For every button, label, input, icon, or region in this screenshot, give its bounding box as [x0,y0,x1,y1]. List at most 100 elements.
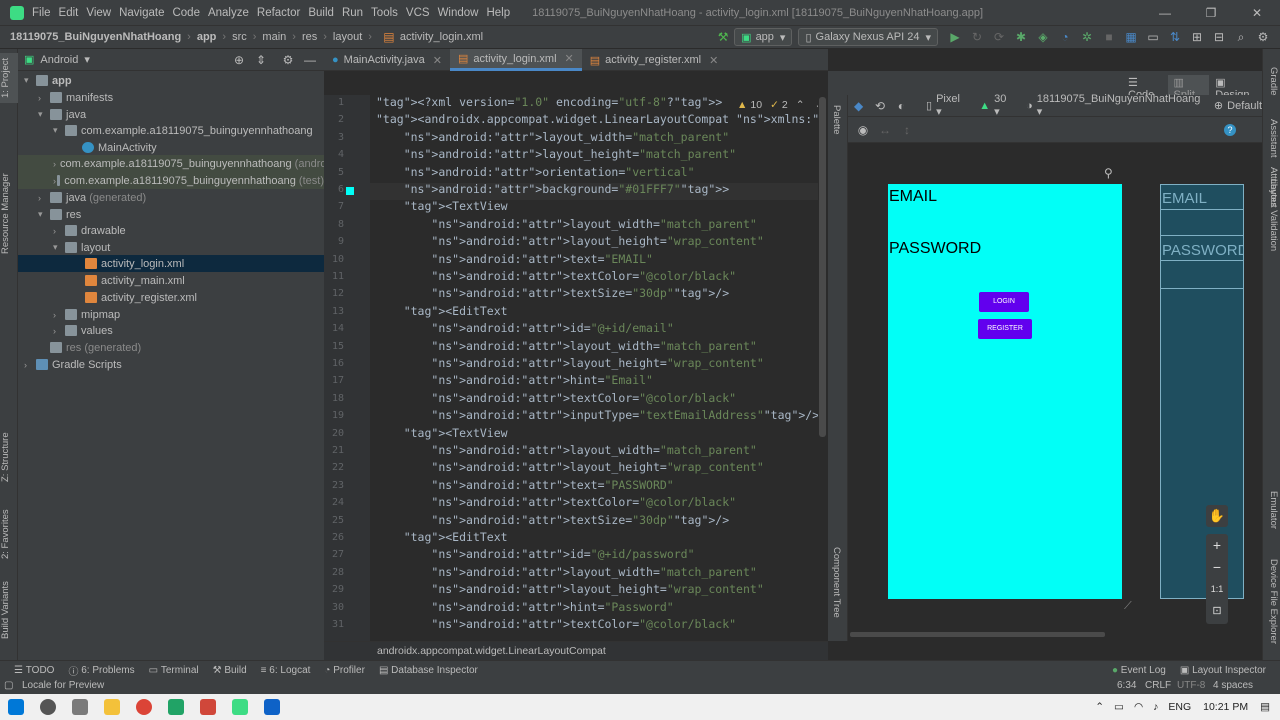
code-line[interactable]: "ns">android:"attr">textSize="30dp""tag"… [376,513,729,527]
theme-dropdown[interactable]: 18119075_BuiNguyenNhatHoang ▾ [1037,93,1202,118]
breadcrumb-res[interactable]: res [302,31,317,43]
tool-device-file-explorer[interactable]: Device File Explorer [1265,559,1279,644]
android-studio-icon[interactable] [232,699,248,715]
sdk-manager-icon[interactable]: ▭ [1145,29,1161,45]
orientation-icon[interactable]: ⟲ [872,98,887,114]
camtasia-icon[interactable] [168,699,184,715]
network-icon[interactable]: ◠ [1134,701,1143,713]
tray-chevron-icon[interactable]: ⌃ [1095,701,1104,713]
register-button[interactable]: REGISTER [978,319,1032,339]
menu-file[interactable]: File [32,7,51,19]
code-line[interactable]: "ns">android:"attr">layout_width="match_… [376,130,729,144]
chevron-up-icon[interactable]: ⌃ [796,99,805,111]
search-icon[interactable] [40,699,56,715]
menu-tools[interactable]: Tools [371,7,398,19]
tab-activity-login[interactable]: ▤ activity_login.xml ✕ [449,49,582,71]
gear-icon[interactable]: ⚙ [280,52,296,68]
menu-help[interactable]: Help [486,7,510,19]
collapse-all-icon[interactable]: ⇕ [253,52,269,68]
code-line[interactable]: "ns">android:"attr">layout_height="match… [376,147,736,161]
locale-dropdown[interactable]: Default [1227,100,1262,112]
zoom-out-icon[interactable]: − [1206,556,1228,578]
run-config-select[interactable]: ▣ app ▾ [734,28,793,46]
code-line[interactable]: "ns">android:"attr">hint="Password" [376,600,673,614]
breadcrumb-file[interactable]: activity_login.xml [400,31,483,43]
zoom-fit-icon[interactable]: ⊡ [1206,600,1228,622]
menu-edit[interactable]: Edit [59,7,79,19]
code-line[interactable]: "tag"><TextView [376,426,508,440]
code-line[interactable]: "ns">android:"attr">layout_height="wrap_… [376,356,763,370]
caret-position[interactable]: 6:34 [1117,680,1136,691]
tool-layout-validation[interactable]: Layout Validation [1265,179,1279,251]
menu-refactor[interactable]: Refactor [257,7,300,19]
code-line[interactable]: "tag"><TextView [376,199,508,213]
tool-layout-inspector[interactable]: ▣ Layout Inspector [1180,665,1266,676]
tree-package-test[interactable]: › com.example.a18119075_buinguyennhathoan… [18,172,324,189]
code-line[interactable]: "ns">android:"attr">layout_width="match_… [376,565,756,579]
battery-icon[interactable]: ▭ [1114,701,1124,713]
code-line[interactable]: "ns">android:"attr">orientation="vertica… [376,165,695,179]
code-line[interactable]: "ns">android:"attr">layout_height="wrap_… [376,234,763,248]
tree-activity-login[interactable]: activity_login.xml [18,255,324,272]
tree-package-main[interactable]: ▾ com.example.a18119075_buinguyennhathoan… [53,122,313,139]
clock[interactable]: 10:21 PM [1203,701,1248,713]
breadcrumb-main[interactable]: main [262,31,286,43]
layers-icon[interactable]: ◆ [851,98,866,114]
tree-mipmap[interactable]: › mipmap [53,306,120,323]
menu-navigate[interactable]: Navigate [119,7,164,19]
tool-todo[interactable]: ☰ TODO [14,665,54,676]
close-icon[interactable]: ✕ [1234,6,1280,20]
tree-layout[interactable]: ▾ layout [53,239,110,256]
hammer-icon[interactable]: ⚒ [715,29,731,45]
blueprint-preview[interactable]: EMAIL PASSWORD [1160,184,1244,599]
tool-terminal[interactable]: ▭ Terminal [149,665,199,676]
tree-values[interactable]: › values [53,322,113,339]
tree-package-androidtest[interactable]: › com.example.a18119075_buinguyennhathoan… [18,155,359,172]
help-icon[interactable]: ? [1224,124,1236,136]
code-line[interactable]: "ns">android:"attr">layout_height="wrap_… [376,582,763,596]
stop-icon[interactable]: ■ [1101,29,1117,45]
phone-preview[interactable]: EMAIL PASSWORD LOGIN REGISTER [888,184,1122,599]
device-select[interactable]: ▯ Galaxy Nexus API 24 ▾ [798,28,938,46]
code-line[interactable]: "tag"><EditText [376,304,508,318]
attach-debugger-icon[interactable]: ✲ [1079,29,1095,45]
tree-java[interactable]: ▾ java [38,106,86,123]
color-swatch-icon[interactable] [346,187,354,195]
tool-gradle[interactable]: Gradle [1265,67,1279,96]
palette-tab[interactable]: Palette [831,105,842,135]
project-view-select[interactable]: Android [40,54,78,66]
scrollbar-thumb[interactable] [819,97,826,437]
code-line[interactable]: "ns">android:"attr">inputType="textEmail… [376,408,819,422]
tab-activity-register[interactable]: ▤ activity_register.xml ✕ [582,49,727,71]
tree-activity-main[interactable]: activity_main.xml [73,272,185,289]
code-line[interactable]: "ns">android:"attr">textColor="@color/bl… [376,391,736,405]
windows-start-icon[interactable] [8,699,24,715]
xml-breadcrumb[interactable]: androidx.appcompat.widget.LinearLayoutCo… [324,641,828,660]
night-mode-icon[interactable]: ◐ [894,98,909,114]
code-line[interactable]: "ns">android:"attr">text="EMAIL" [376,252,653,266]
project-structure-icon[interactable]: ⊟ [1211,29,1227,45]
code-line[interactable]: "ns">android:"attr">hint="Email" [376,373,653,387]
margin-icon[interactable]: ↕ [899,122,915,138]
zoom-actual-size[interactable]: 1:1 [1206,578,1228,600]
breadcrumb-src[interactable]: src [232,31,247,43]
code-line[interactable]: "ns">android:"attr">layout_width="match_… [376,443,756,457]
coverage-icon[interactable]: ◈ [1035,29,1051,45]
tool-project[interactable]: 1: Project [0,53,18,103]
settings-icon[interactable]: ⚙ [1255,29,1271,45]
restore-icon[interactable]: ❐ [1188,6,1234,20]
code-line[interactable]: "tag"><?xml version="1.0" encoding="utf-… [376,95,722,109]
app-icon[interactable] [264,699,280,715]
device-manager-icon[interactable]: ⊞ [1189,29,1205,45]
profile-icon[interactable]: ◔ [1057,29,1073,45]
code-line[interactable]: "ns">android:"attr">layout_width="match_… [376,339,756,353]
editor-scrollbar[interactable] [818,95,828,641]
search-icon[interactable]: ⌕ [1233,29,1249,45]
rerun-icon[interactable]: ↻ [969,29,985,45]
menu-build[interactable]: Build [308,7,334,19]
pin-icon[interactable]: ⚲ [1104,166,1113,180]
device-dropdown[interactable]: Pixel ▾ [936,93,967,118]
inspection-widget[interactable]: ▲10 ✓2 ⌃ ⌄ [737,99,823,111]
chrome-icon[interactable] [136,699,152,715]
tool-problems[interactable]: ⓘ 6: Problems [68,663,134,678]
